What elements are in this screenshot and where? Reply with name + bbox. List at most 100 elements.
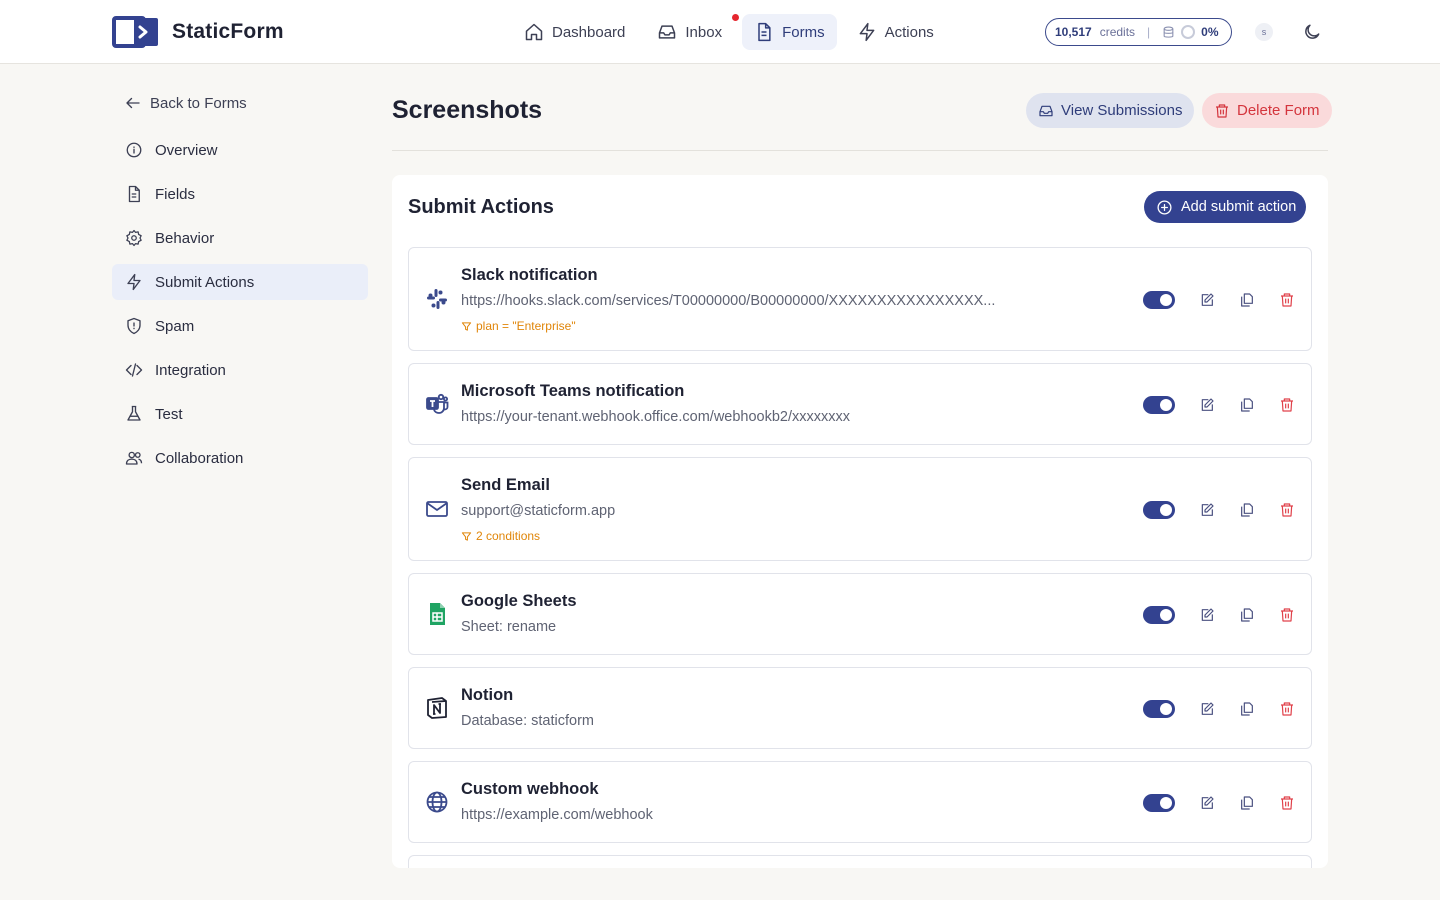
enable-toggle[interactable]: [1143, 291, 1175, 309]
nav-forms[interactable]: Forms: [742, 14, 837, 50]
sidebar-item-label: Behavior: [155, 229, 215, 247]
form-settings-sidebar: Overview Fields Behavior Submit Actions …: [112, 132, 368, 484]
action-condition-label: 2 conditions: [476, 529, 541, 543]
add-submit-action-button[interactable]: Add submit action: [1144, 191, 1307, 223]
enable-toggle[interactable]: [1143, 501, 1175, 519]
delete-icon[interactable]: [1279, 701, 1295, 717]
action-condition-label: plan = "Enterprise": [476, 319, 576, 333]
nav-dashboard[interactable]: Dashboard: [512, 14, 637, 50]
inbox-notification-dot: [732, 14, 740, 21]
delete-form-button[interactable]: Delete Form: [1202, 93, 1332, 128]
action-name: Notion: [461, 686, 514, 704]
sidebar-item-collaboration[interactable]: Collaboration: [112, 440, 368, 476]
sidebar-item-label: Collaboration: [155, 449, 244, 467]
action-name: Google Sheets: [461, 592, 577, 610]
action-detail: Sheet: rename: [461, 619, 557, 635]
enable-toggle[interactable]: [1143, 700, 1175, 718]
edit-icon[interactable]: [1199, 502, 1215, 518]
nav-dashboard-label: Dashboard: [552, 23, 626, 41]
usage-ring-icon: [1181, 25, 1196, 39]
document-icon: [758, 22, 771, 42]
lightning-icon: [859, 22, 875, 42]
sidebar-item-label: Spam: [155, 317, 195, 335]
action-detail: support@staticform.app: [461, 503, 616, 519]
action-detail: https://example.com/webhook: [461, 807, 653, 823]
sidebar-item-fields[interactable]: Fields: [112, 176, 368, 212]
duplicate-icon[interactable]: [1239, 397, 1255, 413]
delete-icon[interactable]: [1279, 607, 1295, 623]
duplicate-icon[interactable]: [1239, 502, 1255, 518]
sidebar-item-behavior[interactable]: Behavior: [112, 220, 368, 256]
nav-actions[interactable]: Actions: [845, 14, 946, 50]
action-controls: [1143, 291, 1295, 309]
duplicate-icon[interactable]: [1239, 607, 1255, 623]
credits-badge[interactable]: 10,517 credits | 0%: [1045, 18, 1232, 46]
sidebar-item-submit-actions[interactable]: Submit Actions: [112, 264, 368, 300]
action-name: Send Email: [461, 476, 550, 494]
submit-action-card: Google Sheets Sheet: rename: [408, 573, 1312, 655]
add-submit-action-label: Add submit action: [1181, 199, 1297, 215]
duplicate-icon[interactable]: [1239, 795, 1255, 811]
main-nav: Dashboard Inbox Forms Actions: [512, 14, 946, 50]
duplicate-icon[interactable]: [1239, 292, 1255, 308]
edit-icon[interactable]: [1199, 795, 1215, 811]
delete-icon[interactable]: [1279, 502, 1295, 518]
credits-divider: |: [1147, 25, 1151, 39]
filter-icon: [461, 531, 472, 541]
submit-actions-title: Submit Actions: [408, 196, 554, 218]
action-condition[interactable]: 2 conditions: [461, 529, 540, 543]
action-condition[interactable]: plan = "Enterprise": [461, 319, 576, 333]
arrow-left-icon: [126, 97, 140, 109]
submit-action-card: Microsoft Teams notification https://you…: [408, 363, 1312, 445]
mail-icon: [426, 501, 448, 517]
nav-forms-label: Forms: [782, 23, 825, 41]
action-controls: [1143, 501, 1295, 519]
sidebar-item-label: Submit Actions: [155, 273, 255, 291]
edit-icon[interactable]: [1199, 701, 1215, 717]
user-avatar[interactable]: s: [1255, 23, 1273, 41]
info-icon: [126, 142, 142, 158]
edit-icon[interactable]: [1199, 397, 1215, 413]
filter-icon: [461, 321, 472, 331]
action-detail: https://hooks.slack.com/services/T000000…: [461, 293, 996, 309]
sidebar-item-label: Fields: [155, 185, 196, 203]
users-icon: [125, 451, 143, 465]
credits-usage: 0%: [1201, 25, 1219, 39]
enable-toggle[interactable]: [1143, 794, 1175, 812]
header-divider: [392, 150, 1328, 151]
back-to-forms-link[interactable]: Back to Forms: [124, 94, 247, 112]
sidebar-item-overview[interactable]: Overview: [112, 132, 368, 168]
nav-inbox[interactable]: Inbox: [645, 14, 740, 50]
trash-icon: [1216, 103, 1228, 118]
app-logo[interactable]: StaticForm: [112, 16, 284, 48]
view-submissions-button[interactable]: View Submissions: [1026, 93, 1195, 128]
enable-toggle[interactable]: [1143, 396, 1175, 414]
delete-form-label: Delete Form: [1237, 102, 1320, 119]
google-sheets-icon: [430, 603, 445, 625]
credits-count: 10,517: [1055, 25, 1092, 39]
delete-icon[interactable]: [1279, 397, 1295, 413]
submit-actions-panel: Submit Actions Add submit action Slack n…: [392, 175, 1328, 868]
duplicate-icon[interactable]: [1239, 701, 1255, 717]
delete-icon[interactable]: [1279, 292, 1295, 308]
home-icon: [525, 23, 543, 41]
gear-icon: [126, 229, 142, 247]
enable-toggle[interactable]: [1143, 606, 1175, 624]
lightning-icon: [127, 273, 141, 291]
sidebar-item-integration[interactable]: Integration: [112, 352, 368, 388]
delete-icon[interactable]: [1279, 795, 1295, 811]
globe-icon: [426, 791, 448, 813]
moon-icon[interactable]: [1302, 22, 1322, 42]
action-name: Slack notification: [461, 266, 598, 284]
action-controls: [1143, 396, 1295, 414]
submit-action-card: Custom webhook https://example.com/webho…: [408, 761, 1312, 843]
submit-action-card-partial: [408, 855, 1312, 868]
view-submissions-label: View Submissions: [1061, 102, 1183, 119]
sidebar-item-label: Test: [155, 405, 183, 423]
nav-actions-label: Actions: [884, 23, 934, 41]
sidebar-item-spam[interactable]: Spam: [112, 308, 368, 344]
action-controls: [1143, 700, 1295, 718]
sidebar-item-test[interactable]: Test: [112, 396, 368, 432]
edit-icon[interactable]: [1199, 292, 1215, 308]
edit-icon[interactable]: [1199, 607, 1215, 623]
